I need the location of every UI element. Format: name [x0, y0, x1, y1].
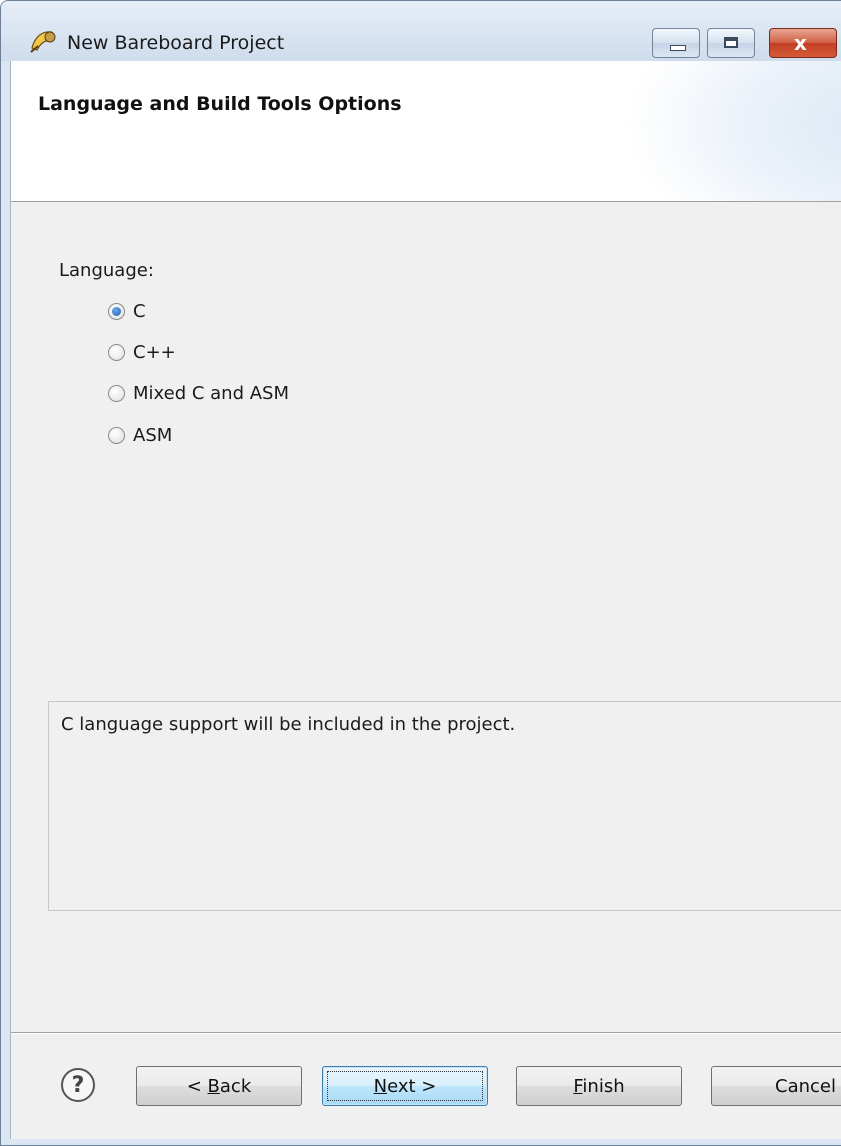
close-button[interactable]: x: [769, 28, 837, 58]
window-title: New Bareboard Project: [67, 32, 285, 54]
close-icon: x: [794, 31, 807, 55]
eclipse-wizard-icon: [30, 31, 56, 53]
radio-button-icon[interactable]: [108, 426, 125, 444]
wizard-banner: Language and Build Tools Options: [11, 61, 841, 202]
maximize-icon: [724, 37, 738, 48]
footer-separator: [11, 1032, 841, 1034]
radio-language-asm[interactable]: ASM: [108, 422, 172, 448]
radio-label[interactable]: ASM: [133, 425, 172, 446]
help-icon: ?: [71, 1072, 85, 1098]
radio-button-icon[interactable]: [108, 343, 125, 361]
cancel-button-label: Cancel: [775, 1075, 836, 1097]
help-button[interactable]: ?: [61, 1068, 95, 1102]
radio-button-icon[interactable]: [108, 384, 125, 402]
description-panel: C language support will be included in t…: [48, 701, 841, 911]
cancel-button[interactable]: Cancel: [711, 1066, 841, 1106]
finish-button-label: Finish: [573, 1075, 625, 1097]
finish-button[interactable]: Finish: [516, 1066, 682, 1106]
page-title: Language and Build Tools Options: [38, 93, 402, 115]
description-text: C language support will be included in t…: [61, 714, 516, 735]
radio-language-c[interactable]: C: [108, 298, 146, 324]
minimize-button[interactable]: [652, 28, 700, 58]
maximize-button[interactable]: [707, 28, 755, 58]
minimize-icon: [670, 45, 686, 51]
radio-language-cpp[interactable]: C++: [108, 339, 176, 365]
wizard-content: Language and Build Tools Options Languag…: [10, 61, 841, 1139]
radio-language-mixed[interactable]: Mixed C and ASM: [108, 380, 289, 406]
next-button[interactable]: Next >: [322, 1066, 488, 1106]
radio-button-icon[interactable]: [108, 302, 125, 320]
radio-label[interactable]: C++: [133, 342, 176, 363]
back-button-label: < Back: [186, 1075, 252, 1097]
focus-ring: [327, 1071, 483, 1101]
wizard-window: New Bareboard Project x Language and Bui…: [0, 0, 841, 1146]
title-bar[interactable]: New Bareboard Project x: [1, 1, 841, 61]
banner-decoration: [603, 61, 841, 201]
radio-label[interactable]: C: [133, 301, 146, 322]
language-label: Language:: [59, 260, 154, 281]
radio-label[interactable]: Mixed C and ASM: [133, 383, 289, 404]
back-button[interactable]: < Back: [136, 1066, 302, 1106]
